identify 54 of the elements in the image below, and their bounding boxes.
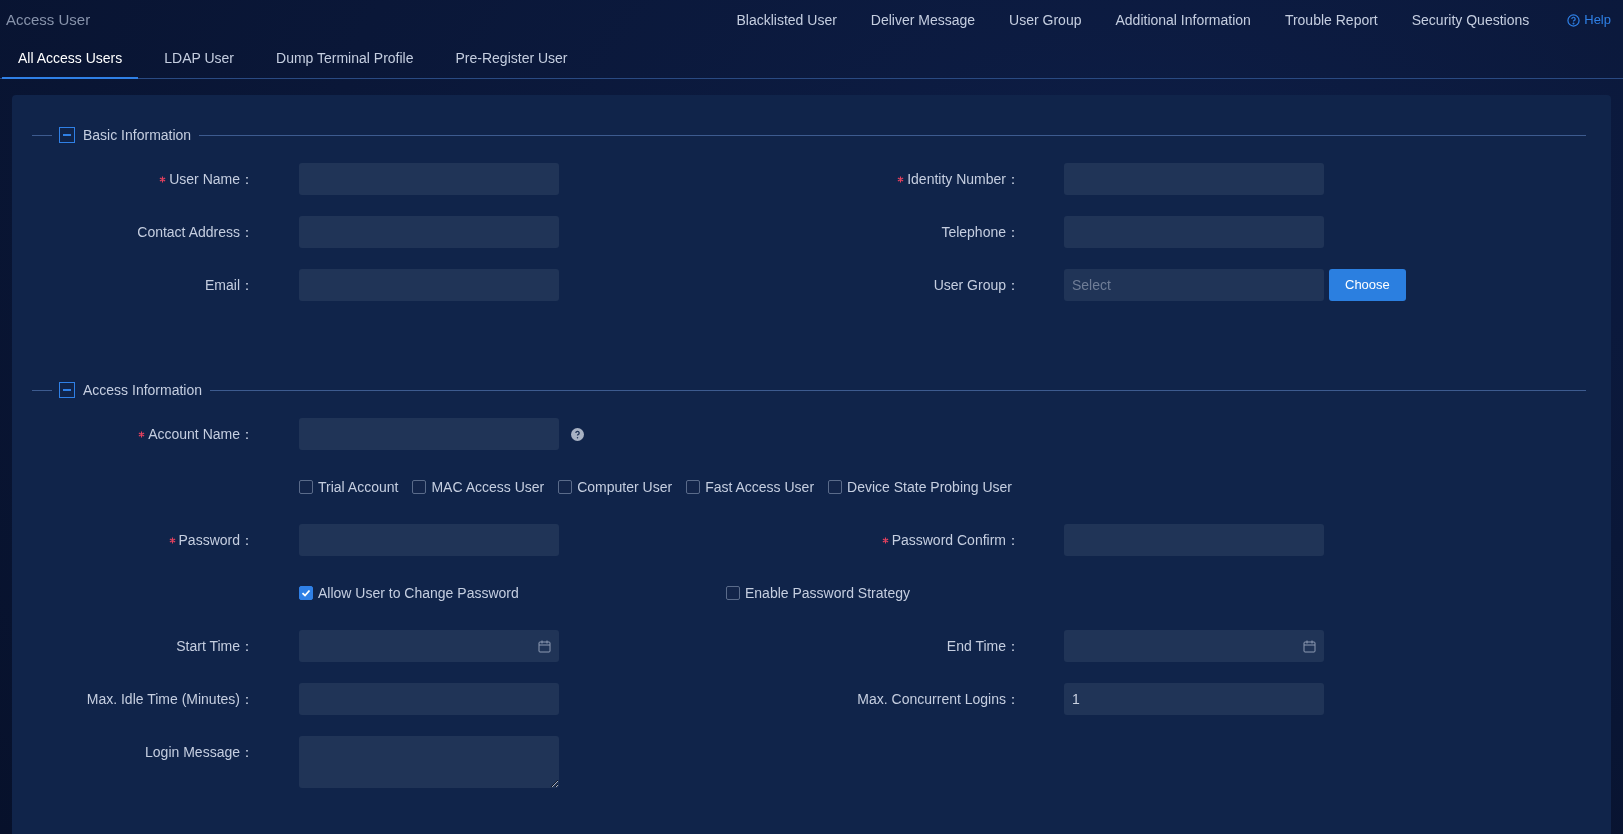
field-label: Start Time： (176, 636, 254, 656)
calendar-icon (1303, 639, 1316, 653)
field-label: Max. Idle Time (Minutes)： (86, 689, 254, 709)
field-label: Account Name： (148, 424, 254, 444)
field-label: Contact Address： (137, 222, 254, 242)
input-field[interactable]: 1 (1064, 683, 1324, 715)
nav-link[interactable]: Deliver Message (870, 9, 976, 31)
help-link[interactable]: Help (1567, 10, 1611, 30)
calendar-icon (538, 639, 551, 653)
choose-button[interactable]: Choose (1329, 269, 1406, 301)
checkbox[interactable] (299, 480, 313, 494)
checkbox[interactable] (558, 480, 573, 494)
field-label: Max. Concurrent Logins： (857, 689, 1020, 709)
nav-link[interactable]: Additional Information (1115, 9, 1251, 31)
checkbox-option[interactable]: Fast Access User (686, 476, 815, 498)
section-title: Access Information (83, 380, 203, 400)
checkbox[interactable] (299, 586, 313, 600)
collapse-toggle[interactable] (59, 382, 75, 398)
check-icon (301, 588, 311, 598)
help-icon (1567, 13, 1581, 27)
field-label: Password Confirm： (891, 530, 1020, 550)
checkbox[interactable] (726, 586, 740, 600)
checkbox-option[interactable]: Trial Account (299, 476, 399, 498)
nav-link[interactable]: Blacklisted User (736, 9, 837, 31)
textarea-field[interactable] (299, 736, 559, 788)
tab[interactable]: Pre-Register User (439, 40, 584, 79)
field-label: End Time： (946, 636, 1020, 656)
checkbox-option[interactable]: MAC Access User (412, 476, 545, 498)
tab[interactable]: LDAP User (148, 40, 251, 79)
date-field[interactable] (1064, 630, 1324, 662)
field-label: Password： (178, 530, 254, 550)
collapse-toggle[interactable] (59, 127, 75, 143)
field-label: Login Message： (145, 742, 254, 762)
checkbox[interactable] (828, 480, 843, 494)
page-title: Access User (6, 9, 91, 30)
nav-link[interactable]: Security Questions (1411, 9, 1530, 31)
section-title: Basic Information (83, 125, 192, 145)
field-label: Telephone： (941, 222, 1020, 242)
checkbox[interactable] (686, 480, 701, 494)
field-label: User Group： (933, 275, 1020, 295)
field-label: User Name： (169, 169, 254, 189)
checkbox-option[interactable]: Allow User to Change Password (299, 582, 726, 604)
checkbox-option[interactable]: Device State Probing User (828, 476, 1013, 498)
checkbox-option[interactable]: Enable Password Strategy (726, 582, 910, 604)
tab[interactable]: Dump Terminal Profile (260, 40, 430, 79)
field-label: Identity Number： (907, 169, 1020, 189)
nav-link[interactable]: User Group (1009, 9, 1082, 31)
checkbox[interactable] (412, 480, 427, 494)
tab[interactable]: All Access Users (2, 40, 139, 79)
select-field[interactable]: Select (1064, 269, 1324, 301)
date-field[interactable] (299, 630, 559, 662)
checkbox-option[interactable]: Computer User (558, 476, 673, 498)
nav-link[interactable]: Trouble Report (1284, 9, 1378, 31)
field-label: Email： (205, 275, 254, 295)
